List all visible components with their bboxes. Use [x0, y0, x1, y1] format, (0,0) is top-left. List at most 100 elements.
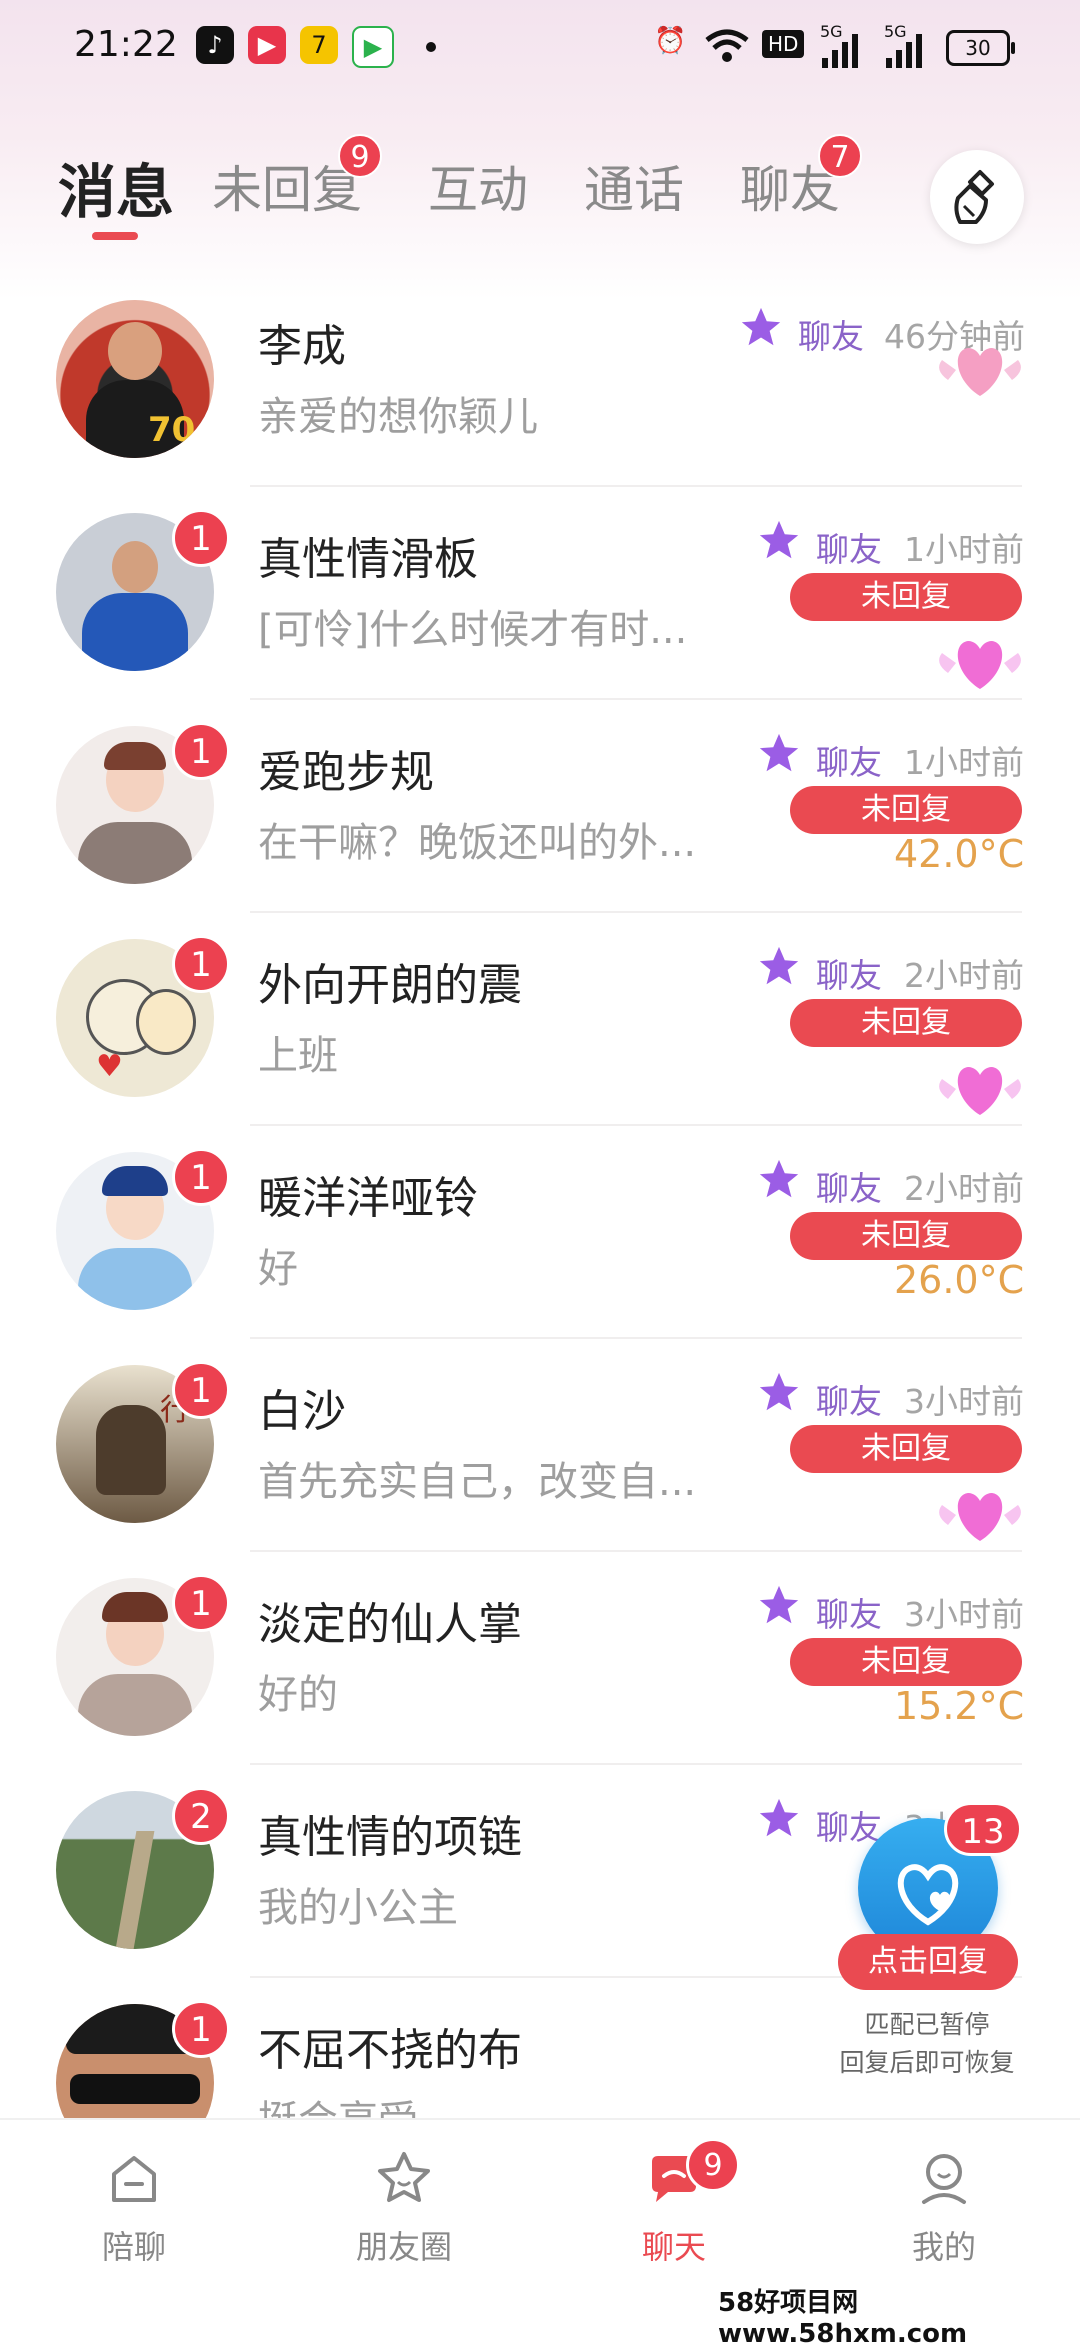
message-preview: [可怜]什么时候才有时... — [258, 607, 688, 653]
message-preview: 在干嘛？晚饭还叫的外... — [258, 820, 697, 866]
relation-label: 聊友 — [816, 743, 882, 782]
nav-companion-chat[interactable]: 陪聊 — [54, 2148, 214, 2298]
conversation-row[interactable]: 1 爱跑步规 在干嘛？晚饭还叫的外... 聊友 1小时前 未回复 42.0°C — [0, 700, 1080, 913]
unread-badge: 1 — [172, 722, 230, 780]
tab-calls[interactable]: 通话 — [584, 150, 684, 222]
message-preview: 上班 — [258, 1033, 338, 1079]
intimacy-temperature: 15.2°C — [894, 1684, 1025, 1728]
relation-label: 聊友 — [816, 1595, 882, 1634]
signal-label-2: 5G — [884, 22, 907, 41]
time-ago: 1小时前 — [904, 530, 1024, 569]
time-ago: 2小时前 — [904, 956, 1024, 995]
unread-badge: 1 — [172, 1574, 230, 1632]
tab-interactions[interactable]: 互动 — [428, 150, 528, 222]
avatar[interactable]: 70 — [56, 300, 214, 458]
home-icon — [112, 2156, 156, 2202]
star-icon — [759, 1159, 799, 1198]
time-ago: 2小时前 — [904, 1169, 1024, 1208]
profile-icon — [922, 2154, 966, 2204]
active-tab-indicator — [92, 232, 138, 240]
message-preview: 亲爱的想你颖儿 — [258, 394, 538, 440]
nav-label: 朋友圈 — [355, 2228, 452, 2266]
time-ago: 3小时前 — [904, 1595, 1024, 1634]
unread-badge: 1 — [172, 935, 230, 993]
hd-icon: HD — [762, 30, 805, 58]
nav-profile[interactable]: 我的 — [864, 2148, 1024, 2298]
conversation-row[interactable]: 1 暖洋洋哑铃 好 聊友 2小时前 未回复 26.0°C — [0, 1126, 1080, 1339]
star-icon — [759, 520, 799, 559]
nav-label: 聊天 — [641, 2228, 706, 2266]
tab-messages[interactable]: 消息 — [58, 145, 174, 229]
star-icon — [759, 733, 799, 772]
unreplied-tag: 未回复 — [790, 1638, 1022, 1686]
message-preview: 首先充实自己，改变自... — [258, 1459, 697, 1505]
star-icon — [759, 1585, 799, 1624]
message-preview: 好的 — [258, 1672, 338, 1718]
nav-label: 陪聊 — [101, 2228, 166, 2266]
time-ago: 3小时前 — [904, 1382, 1024, 1421]
quick-reply-widget: 13 点击回复 匹配已暂停 回复后即可恢复 — [822, 1788, 1032, 2098]
matching-paused-note: 匹配已暂停 回复后即可恢复 — [822, 2000, 1032, 2088]
contact-name: 爱跑步规 — [258, 747, 434, 798]
intimacy-temperature: 26.0°C — [894, 1258, 1025, 1302]
relation-label: 聊友 — [816, 530, 882, 569]
wifi-icon — [704, 26, 750, 73]
intimacy-temperature: 42.0°C — [894, 832, 1025, 876]
star-icon — [741, 307, 781, 346]
conversation-row[interactable]: ♥ 1 外向开朗的震 上班 聊友 2小时前 未回复 — [0, 913, 1080, 1126]
time-ago: 1小时前 — [904, 743, 1024, 782]
tab-unreplied-badge: 9 — [338, 134, 382, 178]
unreplied-tag: 未回复 — [790, 1425, 1022, 1473]
conversation-row[interactable]: 行 1 白沙 首先充实自己，改变自... 聊友 3小时前 未回复 — [0, 1339, 1080, 1552]
qimao-app-icon: 7 — [300, 26, 338, 64]
contact-name: 李成 — [258, 321, 346, 372]
unreplied-tag: 未回复 — [790, 1212, 1022, 1260]
signal-icon-2: 5G — [884, 22, 930, 77]
unread-badge: 1 — [172, 509, 230, 567]
unreplied-tag: 未回复 — [790, 999, 1022, 1047]
wing-heart-icon — [939, 1493, 1021, 1541]
star-icon — [759, 1798, 799, 1837]
message-preview: 我的小公主 — [258, 1885, 458, 1931]
message-preview: 好 — [258, 1246, 298, 1292]
relation-label: 聊友 — [816, 1169, 882, 1208]
nav-moments[interactable]: 朋友圈 — [324, 2148, 484, 2298]
video-app-icon: ▶ — [248, 26, 286, 64]
relation-label: 聊友 — [798, 317, 864, 356]
message-tabs: 消息 未回复 9 互动 通话 聊友 7 — [0, 120, 1080, 250]
more-notifications-dot — [426, 42, 436, 52]
contact-name: 真性情滑板 — [258, 534, 478, 585]
nav-chat[interactable]: 9 聊天 — [594, 2138, 754, 2298]
relation-label: 聊友 — [816, 1382, 882, 1421]
clear-messages-button[interactable] — [930, 150, 1024, 244]
conversation-row[interactable]: 1 淡定的仙人掌 好的 聊友 3小时前 未回复 15.2°C — [0, 1552, 1080, 1765]
nav-label: 我的 — [911, 2228, 976, 2266]
tap-to-reply-button[interactable]: 点击回复 — [838, 1934, 1018, 1990]
status-bar: 21:22 ♪ ▶ 7 ▶ ⏰ HD 5G 5G 30 — [0, 0, 1080, 96]
wing-heart-icon — [939, 641, 1021, 689]
contact-name: 外向开朗的震 — [258, 960, 522, 1011]
conversation-row[interactable]: 70 李成 亲爱的想你颖儿 聊友 46分钟前 — [0, 274, 1080, 487]
watermark: 58好项目网www.58hxm.com — [718, 2288, 968, 2349]
tiktok-icon: ♪ — [196, 26, 234, 64]
battery-indicator: 30 — [946, 30, 1015, 66]
unread-badge: 2 — [172, 1787, 230, 1845]
quick-reply-count-badge: 13 — [944, 1802, 1022, 1856]
unread-badge: 1 — [172, 1361, 230, 1419]
contact-name: 不屈不挠的布 — [258, 2025, 522, 2076]
relation-label: 聊友 — [816, 956, 882, 995]
contact-name: 淡定的仙人掌 — [258, 1599, 522, 1650]
contact-name: 真性情的项链 — [258, 1812, 522, 1863]
conversation-row[interactable]: 1 真性情滑板 [可怜]什么时候才有时... 聊友 1小时前 未回复 — [0, 487, 1080, 700]
signal-label-1: 5G — [820, 22, 843, 41]
matching-paused-line2: 回复后即可恢复 — [839, 2048, 1015, 2077]
star-icon — [759, 1372, 799, 1411]
unread-badge: 1 — [172, 1148, 230, 1206]
matching-paused-line1: 匹配已暂停 — [864, 2010, 990, 2039]
unreplied-tag: 未回复 — [790, 786, 1022, 834]
broom-icon — [954, 170, 994, 224]
clock: 21:22 — [74, 24, 178, 65]
contact-name: 暖洋洋哑铃 — [258, 1173, 478, 1224]
alarm-icon: ⏰ — [654, 26, 687, 56]
wing-heart-icon — [939, 348, 1021, 396]
